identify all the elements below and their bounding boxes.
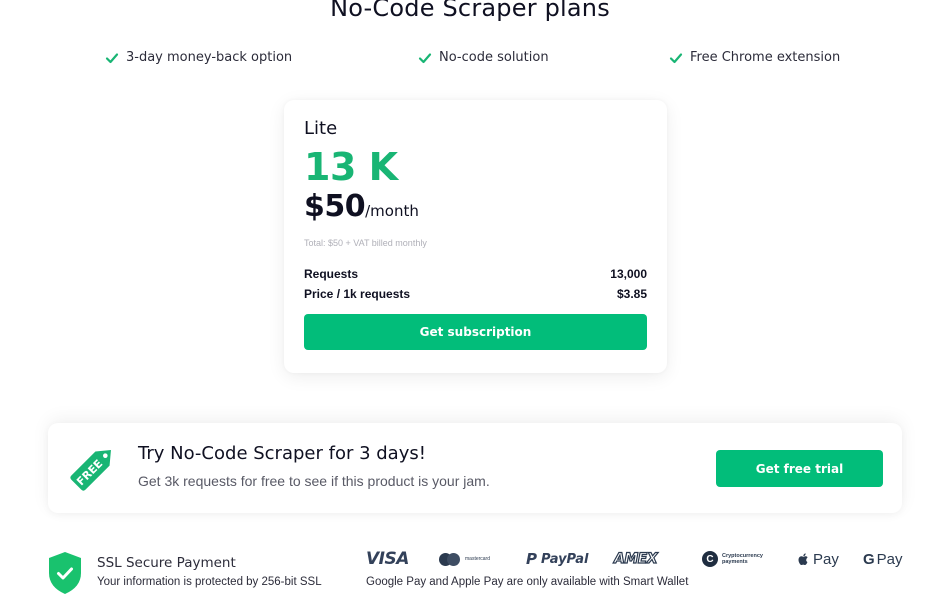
apple-icon xyxy=(798,553,808,565)
plan-row-label: Requests xyxy=(304,267,359,281)
shield-check-icon xyxy=(49,552,81,594)
feature-chrome-extension: Free Chrome extension xyxy=(669,50,840,65)
plan-row-label: Price / 1k requests xyxy=(304,287,411,301)
feature-label: No-code solution xyxy=(439,50,549,65)
payment-methods: VISA mastercard P PayPal AMEX C Cryptocu… xyxy=(366,548,906,570)
free-tag-icon: FREE xyxy=(70,450,111,491)
plan-row-value: $3.85 xyxy=(616,287,647,301)
apple-pay-label: Pay xyxy=(813,550,839,568)
plan-row-price-per-1k: Price / 1k requests $3.85 xyxy=(304,284,647,304)
mastercard-label: mastercard xyxy=(465,556,491,562)
plan-total-note: Total: $50 + VAT billed monthly xyxy=(304,238,427,248)
feature-label: Free Chrome extension xyxy=(690,50,841,65)
free-trial-banner: FREE Try No-Code Scraper for 3 days! Get… xyxy=(48,423,902,513)
crypto-label-line2: payments xyxy=(722,559,748,565)
visa-logo: VISA xyxy=(366,549,409,569)
amex-logo: AMEX xyxy=(613,550,658,567)
smart-wallet-note: Google Pay and Apple Pay are only availa… xyxy=(366,576,689,588)
ssl-subtitle: Your information is protected by 256-bit… xyxy=(97,576,322,588)
paypal-logo: P PayPal xyxy=(526,548,588,570)
plan-row-requests: Requests 13,000 xyxy=(304,264,647,284)
ssl-title: SSL Secure Payment xyxy=(97,555,236,571)
plan-price: $50/month xyxy=(304,189,647,230)
mastercard-circle-icon xyxy=(447,552,460,566)
check-icon xyxy=(669,52,683,63)
page-title: No-Code Scraper plans xyxy=(330,0,610,22)
crypto-payments-logo: C Cryptocurrency payments xyxy=(702,548,763,570)
feature-label: 3-day money-back option xyxy=(126,50,293,65)
google-pay-label: Pay xyxy=(876,550,903,568)
feature-money-back: 3-day money-back option xyxy=(105,50,292,65)
google-pay-logo: G Pay xyxy=(863,548,903,570)
crypto-coin-icon: C xyxy=(702,551,718,567)
mastercard-logo: mastercard xyxy=(439,548,490,570)
plan-name: Lite xyxy=(304,118,338,139)
features-list: 3-day money-back option No-code solution… xyxy=(0,50,940,70)
feature-no-code: No-code solution xyxy=(418,50,549,65)
trial-title: Try No-Code Scraper for 3 days! xyxy=(138,443,426,464)
plan-request-amount: 13 K xyxy=(304,145,398,189)
paypal-icon: P xyxy=(526,550,537,568)
check-icon xyxy=(418,52,432,63)
plan-price-value: $50 xyxy=(304,189,366,224)
paypal-label: PayPal xyxy=(541,551,589,567)
plan-price-period: /month xyxy=(365,202,419,220)
apple-pay-logo: Pay xyxy=(798,548,839,570)
google-g-icon: G xyxy=(863,550,875,568)
get-free-trial-button[interactable]: Get free trial xyxy=(716,450,883,487)
check-icon xyxy=(105,52,119,63)
get-subscription-button[interactable]: Get subscription xyxy=(304,314,647,350)
trial-subtitle: Get 3k requests for free to see if this … xyxy=(138,473,490,489)
crypto-label: Cryptocurrency payments xyxy=(722,553,763,565)
plan-row-value: 13,000 xyxy=(610,267,647,281)
plan-details: Requests 13,000 Price / 1k requests $3.8… xyxy=(304,264,647,304)
plan-card-lite: Lite 13 K $50/month Total: $50 + VAT bil… xyxy=(284,100,667,373)
